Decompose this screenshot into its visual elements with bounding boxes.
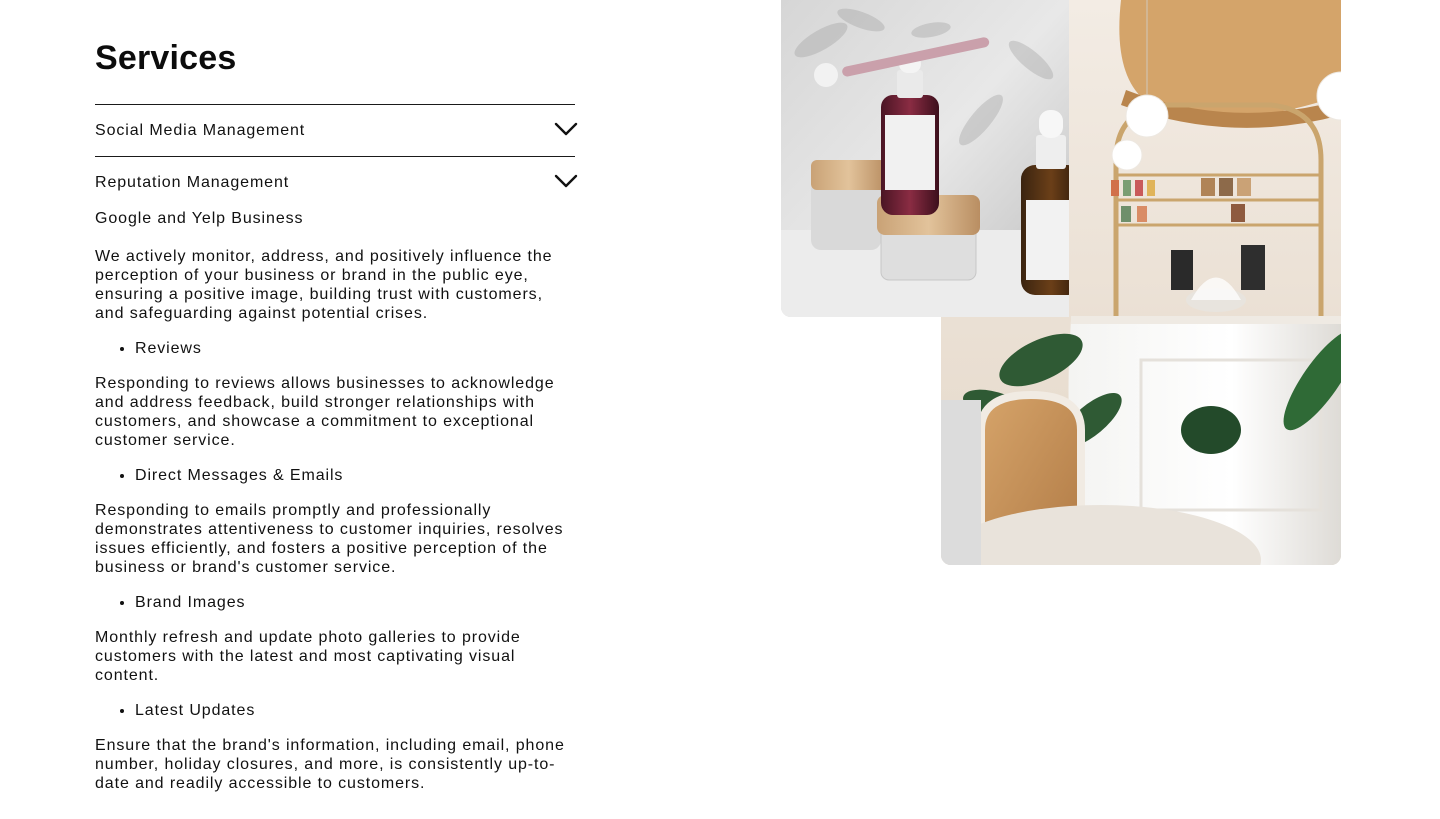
accordion-title: Social Media Management: [95, 121, 306, 139]
section-paragraph-messages: Responding to emails promptly and profes…: [95, 502, 564, 576]
bullet-list: Direct Messages & Emails: [95, 466, 575, 486]
chevron-down-icon[interactable]: [553, 172, 579, 190]
bullet-list: Brand Images: [95, 593, 575, 613]
accordion-header-social-media[interactable]: Social Media Management: [95, 105, 578, 157]
accordion-header-reputation[interactable]: Reputation Management: [95, 157, 578, 208]
section-paragraph-latest-updates: Ensure that the brand's information, inc…: [95, 737, 565, 792]
page-title: Services: [95, 39, 237, 77]
services-accordion: Social Media Management Reputation Manag…: [95, 104, 578, 793]
section-paragraph-brand-images: Monthly refresh and update photo galleri…: [95, 629, 521, 684]
chevron-down-icon[interactable]: [553, 120, 579, 138]
bullet-list: Latest Updates: [95, 701, 575, 721]
skincare-bottles-photo: [781, 0, 1069, 317]
accordion-body-reputation: Google and Yelp Business We actively mon…: [95, 209, 575, 793]
accordion-title: Reputation Management: [95, 173, 290, 191]
accordion-item-social-media: Social Media Management: [95, 105, 578, 157]
bullet-item-brand-images: Brand Images: [135, 593, 575, 613]
bullet-item-messages: Direct Messages & Emails: [135, 466, 575, 486]
accordion-subtitle: Google and Yelp Business: [95, 210, 304, 227]
bullet-item-reviews: Reviews: [135, 339, 575, 359]
intro-paragraph: We actively monitor, address, and positi…: [95, 248, 553, 322]
accordion-item-reputation: Reputation Management Google and Yelp Bu…: [95, 157, 578, 793]
section-paragraph-reviews: Responding to reviews allows businesses …: [95, 375, 555, 449]
bullet-item-latest-updates: Latest Updates: [135, 701, 575, 721]
bullet-list: Reviews: [95, 339, 575, 359]
